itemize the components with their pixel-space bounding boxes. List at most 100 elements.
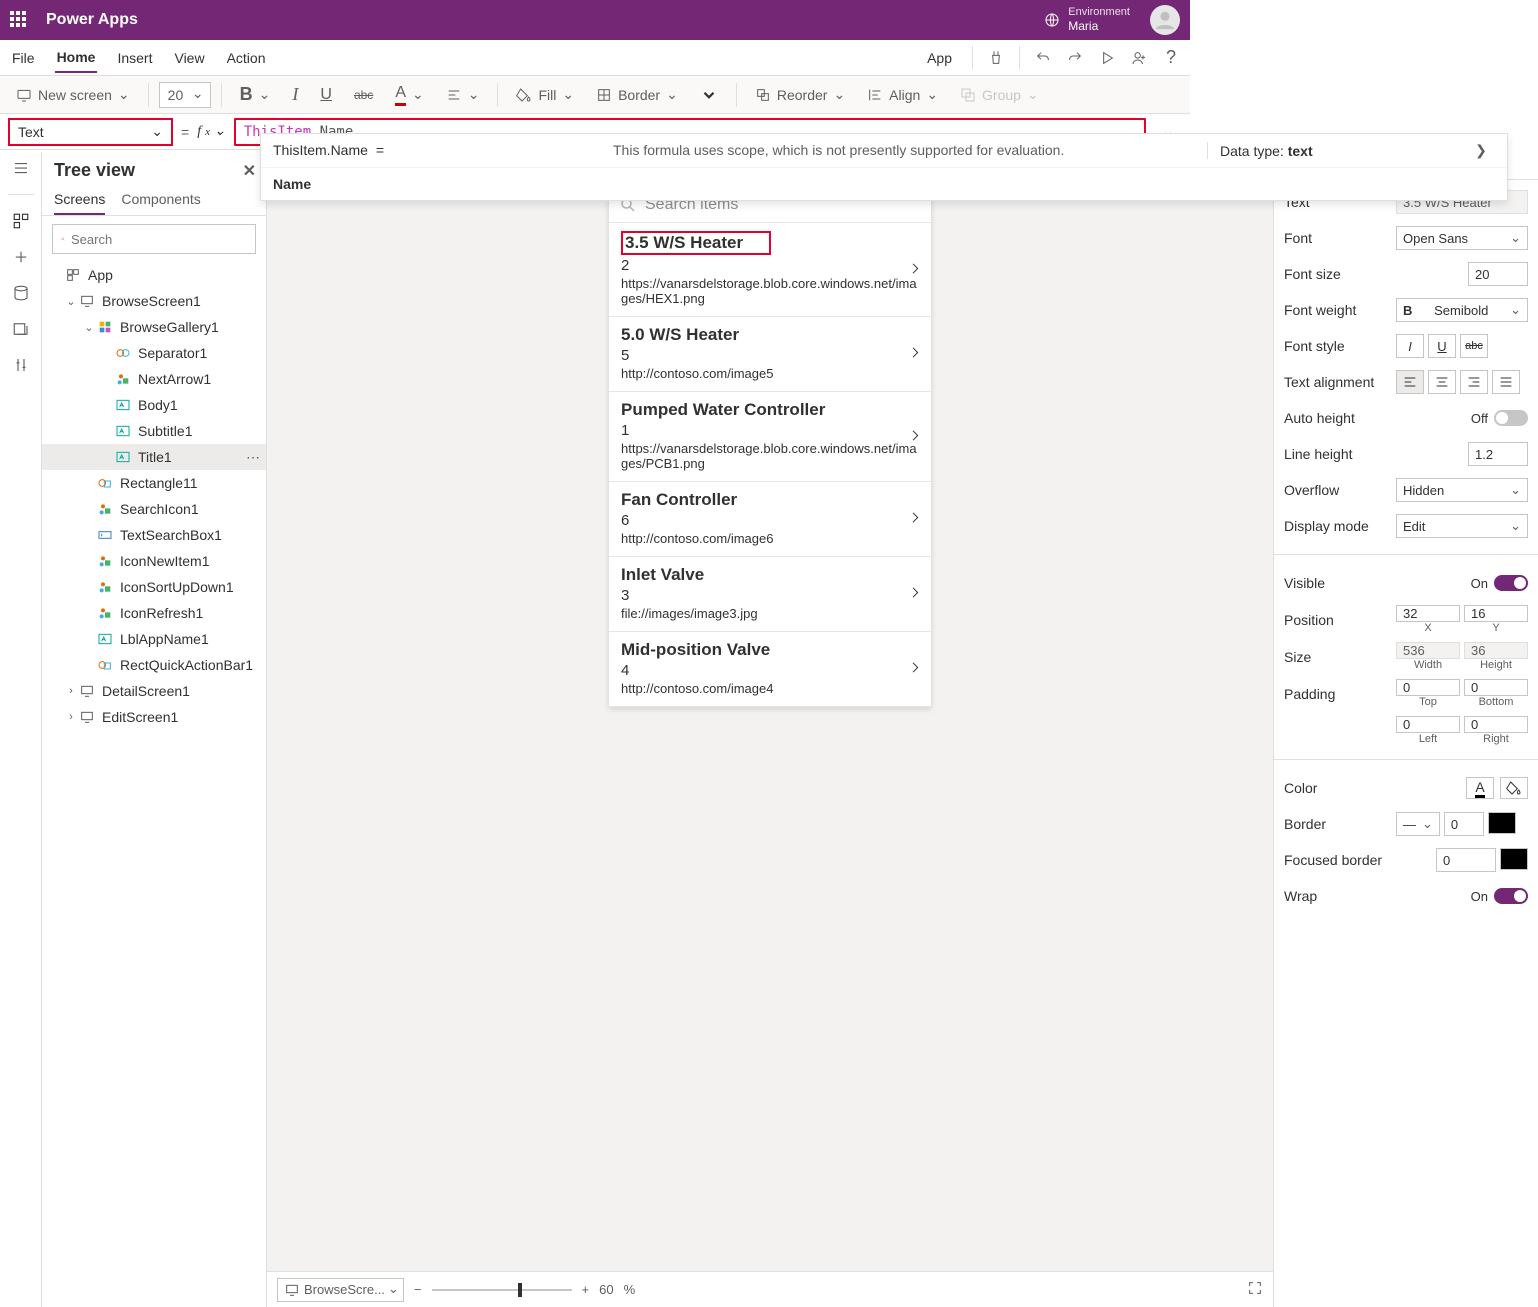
fborder-color[interactable] — [1500, 848, 1528, 870]
prop-wrap[interactable] — [1494, 888, 1528, 904]
tree-item[interactable]: Separator1 — [42, 340, 266, 366]
list-item[interactable]: Inlet Valve3file://images/image3.jpg — [609, 557, 931, 632]
list-item[interactable]: 3.5 W/S Heater2https://vanarsdelstorage.… — [609, 223, 931, 317]
share-icon[interactable] — [1130, 49, 1148, 67]
border-button[interactable]: Border — [588, 82, 686, 107]
prop-visible[interactable] — [1494, 575, 1528, 591]
tree-search-input[interactable] — [52, 224, 256, 254]
fit-icon[interactable] — [1247, 1280, 1263, 1299]
rail-advanced-icon[interactable] — [11, 355, 31, 375]
style-strike[interactable]: abc — [1460, 334, 1488, 358]
bold-button[interactable]: B⌄ — [232, 80, 279, 109]
chevron-right-icon[interactable] — [907, 345, 923, 364]
tree-item[interactable]: RectQuickActionBar1 — [42, 652, 266, 678]
undo-icon[interactable] — [1034, 49, 1052, 67]
style-italic[interactable]: I — [1396, 334, 1424, 358]
waffle-icon[interactable] — [10, 11, 28, 29]
fborder-width[interactable]: 0 — [1436, 848, 1496, 872]
tree-item[interactable]: Rectangle11 — [42, 470, 266, 496]
prop-pad-top[interactable]: 0 — [1396, 679, 1460, 696]
fill-color-button[interactable] — [1500, 777, 1528, 799]
rail-insert-icon[interactable] — [11, 247, 31, 267]
border-color[interactable] — [1488, 812, 1516, 834]
align-justify[interactable] — [1492, 370, 1520, 394]
screen-select[interactable]: BrowseScre... — [277, 1278, 404, 1302]
align-right[interactable] — [1460, 370, 1488, 394]
tree-item[interactable]: IconNewItem1 — [42, 548, 266, 574]
zoom-out-button[interactable]: − — [414, 1282, 422, 1297]
redo-icon[interactable] — [1066, 49, 1084, 67]
prop-font-weight[interactable]: BSemibold — [1396, 298, 1528, 322]
app-checker-icon[interactable] — [987, 49, 1005, 67]
font-size-select[interactable]: 20 — [159, 82, 211, 108]
reorder-button[interactable]: Reorder — [747, 82, 853, 107]
border-style[interactable]: — — [1396, 812, 1440, 836]
prop-width[interactable]: 536 — [1396, 642, 1460, 659]
rail-tree-icon[interactable] — [11, 211, 31, 231]
tree-close-icon[interactable]: ✕ — [243, 161, 256, 181]
tree-item[interactable]: IconSortUpDown1 — [42, 574, 266, 600]
prop-pad-left[interactable]: 0 — [1396, 716, 1460, 733]
menu-app[interactable]: App — [925, 44, 954, 72]
tree-item[interactable]: TextSearchBox1 — [42, 522, 266, 548]
tree-item[interactable]: ⌄BrowseScreen1 — [42, 288, 266, 314]
zoom-slider[interactable] — [432, 1289, 572, 1291]
menu-view[interactable]: View — [172, 44, 206, 72]
menu-action[interactable]: Action — [225, 44, 268, 72]
prop-font-size[interactable]: 20 — [1468, 262, 1528, 286]
chevron-right-icon[interactable] — [907, 660, 923, 679]
text-align-button[interactable] — [438, 82, 488, 107]
list-item[interactable]: 5.0 W/S Heater5http://contoso.com/image5 — [609, 317, 931, 392]
zoom-in-button[interactable]: + — [582, 1282, 590, 1297]
tree-app[interactable]: App — [42, 262, 266, 288]
italic-button[interactable]: I — [284, 80, 306, 109]
prop-overflow[interactable]: Hidden — [1396, 478, 1528, 502]
fill-button[interactable]: Fill — [508, 82, 582, 107]
align-left[interactable] — [1396, 370, 1424, 394]
strikethrough-button[interactable]: abc — [346, 84, 381, 106]
hint-next-icon[interactable]: ❯ — [1467, 142, 1495, 159]
menu-insert[interactable]: Insert — [115, 44, 154, 72]
help-icon[interactable]: ? — [1162, 49, 1180, 67]
list-item[interactable]: Mid-position Valve4http://contoso.com/im… — [609, 632, 931, 707]
prop-pad-bottom[interactable]: 0 — [1464, 679, 1528, 696]
tree-item[interactable]: ›EditScreen1 — [42, 704, 266, 730]
chevron-right-icon[interactable] — [907, 427, 923, 446]
align-center[interactable] — [1428, 370, 1456, 394]
chevron-right-icon[interactable] — [907, 510, 923, 529]
tree-item[interactable]: LblAppName1 — [42, 626, 266, 652]
tree-item[interactable]: ›DetailScreen1 — [42, 678, 266, 704]
new-screen-button[interactable]: New screen — [8, 82, 138, 107]
property-select[interactable]: Text — [8, 118, 173, 146]
style-underline[interactable]: U — [1428, 334, 1456, 358]
tree-item[interactable]: SearchIcon1 — [42, 496, 266, 522]
prop-pos-y[interactable]: 16 — [1464, 605, 1528, 622]
tab-components[interactable]: Components — [121, 185, 200, 215]
tree-item[interactable]: Title1⋯ — [42, 444, 266, 470]
play-icon[interactable] — [1098, 49, 1116, 67]
rail-media-icon[interactable] — [11, 319, 31, 339]
prop-height[interactable]: 36 — [1464, 642, 1528, 659]
environment-picker[interactable]: Environment Maria — [1044, 6, 1130, 34]
prop-display-mode[interactable]: Edit — [1396, 514, 1528, 538]
tree-item[interactable]: IconRefresh1 — [42, 600, 266, 626]
chevron-right-icon[interactable] — [907, 260, 923, 279]
align-button[interactable]: Align — [859, 82, 946, 107]
more-formatting-button[interactable] — [692, 82, 726, 108]
underline-button[interactable]: U — [312, 82, 340, 108]
list-item[interactable]: Fan Controller6http://contoso.com/image6 — [609, 482, 931, 557]
border-width[interactable]: 0 — [1444, 812, 1484, 836]
rail-data-icon[interactable] — [11, 283, 31, 303]
tree-item[interactable]: Body1 — [42, 392, 266, 418]
more-icon[interactable]: ⋯ — [246, 449, 260, 466]
tree-item[interactable]: ⌄BrowseGallery1 — [42, 314, 266, 340]
prop-line-height[interactable]: 1.2 — [1468, 442, 1528, 466]
chevron-right-icon[interactable] — [907, 585, 923, 604]
tree-item[interactable]: NextArrow1 — [42, 366, 266, 392]
user-avatar[interactable] — [1150, 5, 1180, 35]
list-item[interactable]: Pumped Water Controller1https://vanarsde… — [609, 392, 931, 482]
group-button[interactable]: Group — [952, 82, 1047, 107]
tab-screens[interactable]: Screens — [54, 185, 105, 215]
font-color-button[interactable]: A⌄ — [387, 80, 431, 110]
menu-home[interactable]: Home — [55, 43, 98, 73]
